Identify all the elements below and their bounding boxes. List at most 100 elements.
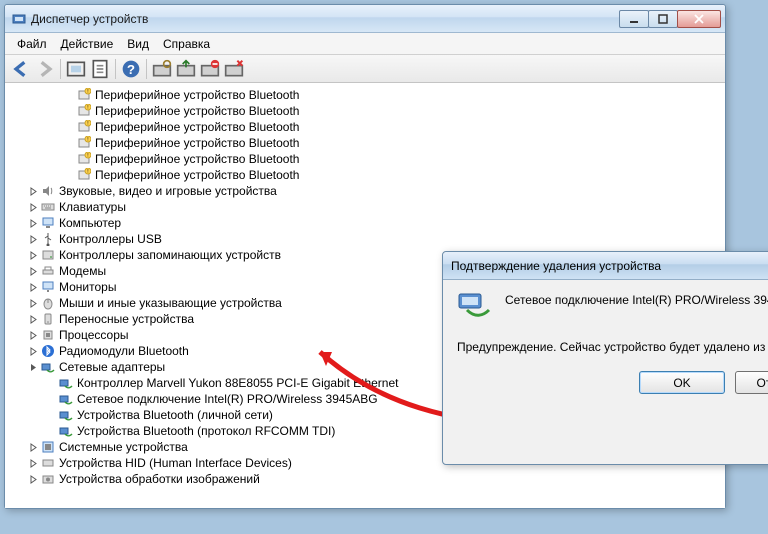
- collapse-toggle[interactable]: [27, 249, 39, 261]
- tree-label: Периферийное устройство Bluetooth: [95, 120, 299, 134]
- dialog-footer: OK Отмена: [443, 361, 768, 408]
- collapse-toggle[interactable]: [27, 217, 39, 229]
- menu-file[interactable]: Файл: [11, 35, 53, 53]
- tree-item-bt-periph[interactable]: ! Периферийное устройство Bluetooth: [9, 151, 721, 167]
- collapse-toggle[interactable]: [27, 441, 39, 453]
- svg-text:!: !: [87, 137, 88, 143]
- tree-label: Радиомодули Bluetooth: [59, 344, 189, 358]
- menu-view[interactable]: Вид: [121, 35, 155, 53]
- collapse-toggle[interactable]: [27, 457, 39, 469]
- properties-button[interactable]: [89, 58, 111, 80]
- bt-icon: [40, 343, 56, 359]
- app-icon: [11, 11, 27, 27]
- tree-category-usb[interactable]: Контроллеры USB: [9, 231, 721, 247]
- menubar: Файл Действие Вид Справка: [5, 33, 725, 55]
- network-adapter-icon: [457, 292, 493, 325]
- tree-label: Периферийное устройство Bluetooth: [95, 168, 299, 182]
- warn-icon: !: [76, 87, 92, 103]
- show-hidden-button[interactable]: [65, 58, 87, 80]
- tree-label: Контроллеры USB: [59, 232, 162, 246]
- collapse-toggle[interactable]: [27, 313, 39, 325]
- tree-label: Звуковые, видео и игровые устройства: [59, 184, 277, 198]
- toolbar: ?: [5, 55, 725, 83]
- svg-text:!: !: [87, 89, 88, 95]
- keyboard-icon: [40, 199, 56, 215]
- collapse-toggle[interactable]: [27, 345, 39, 357]
- menu-action[interactable]: Действие: [55, 35, 120, 53]
- scan-button[interactable]: [151, 58, 173, 80]
- tree-label: Контроллер Marvell Yukon 88E8055 PCI-E G…: [77, 376, 398, 390]
- toolbar-separator: [60, 59, 61, 79]
- tree-item-bt-periph[interactable]: ! Периферийное устройство Bluetooth: [9, 167, 721, 183]
- tree-item-bt-periph[interactable]: ! Периферийное устройство Bluetooth: [9, 119, 721, 135]
- tree-label: Устройства Bluetooth (личной сети): [77, 408, 273, 422]
- collapse-toggle[interactable]: [27, 473, 39, 485]
- titlebar[interactable]: Диспетчер устройств: [5, 5, 725, 33]
- tree-category-sound[interactable]: Звуковые, видео и игровые устройства: [9, 183, 721, 199]
- collapse-toggle[interactable]: [27, 201, 39, 213]
- tree-item-bt-periph[interactable]: ! Периферийное устройство Bluetooth: [9, 103, 721, 119]
- tree-item-bt-periph[interactable]: ! Периферийное устройство Bluetooth: [9, 135, 721, 151]
- tree-label: Клавиатуры: [59, 200, 126, 214]
- monitor-icon: [40, 279, 56, 295]
- collapse-toggle[interactable]: [27, 265, 39, 277]
- collapse-toggle[interactable]: [27, 329, 39, 341]
- portable-icon: [40, 311, 56, 327]
- modem-icon: [40, 263, 56, 279]
- close-button[interactable]: [677, 10, 721, 28]
- tree-category-imaging[interactable]: Устройства обработки изображений: [9, 471, 721, 487]
- minimize-button[interactable]: [619, 10, 649, 28]
- cancel-label: Отмена: [756, 376, 768, 390]
- collapse-toggle[interactable]: [27, 281, 39, 293]
- net-icon: [58, 375, 74, 391]
- warn-icon: !: [76, 135, 92, 151]
- nav-back-button[interactable]: [10, 58, 32, 80]
- warn-icon: !: [76, 167, 92, 183]
- tree-label: Модемы: [59, 264, 106, 278]
- tree-category-computer[interactable]: Компьютер: [9, 215, 721, 231]
- tree-label: Процессоры: [59, 328, 129, 342]
- computer-icon: [40, 215, 56, 231]
- dialog-titlebar[interactable]: Подтверждение удаления устройства: [443, 252, 768, 280]
- nav-forward-button[interactable]: [34, 58, 56, 80]
- net-icon: [58, 423, 74, 439]
- cancel-button[interactable]: Отмена: [735, 371, 768, 394]
- sound-icon: [40, 183, 56, 199]
- tree-label: Системные устройства: [59, 440, 188, 454]
- tree-label: Контроллеры запоминающих устройств: [59, 248, 281, 262]
- net-icon: [40, 359, 56, 375]
- svg-text:?: ?: [127, 62, 135, 77]
- imaging-icon: [40, 471, 56, 487]
- ok-button[interactable]: OK: [639, 371, 725, 394]
- dialog-body: Сетевое подключение Intel(R) PRO/Wireles…: [443, 280, 768, 361]
- collapse-toggle[interactable]: [27, 297, 39, 309]
- tree-label: Сетевое подключение Intel(R) PRO/Wireles…: [77, 392, 378, 406]
- tree-label: Переносные устройства: [59, 312, 194, 326]
- ok-label: OK: [673, 376, 690, 390]
- help-button[interactable]: ?: [120, 58, 142, 80]
- net-icon: [58, 407, 74, 423]
- net-icon: [58, 391, 74, 407]
- tree-category-keyboards[interactable]: Клавиатуры: [9, 199, 721, 215]
- warn-icon: !: [76, 151, 92, 167]
- collapse-toggle[interactable]: [27, 185, 39, 197]
- uninstall-button[interactable]: [199, 58, 221, 80]
- collapse-toggle[interactable]: [27, 233, 39, 245]
- menu-help[interactable]: Справка: [157, 35, 216, 53]
- update-driver-button[interactable]: [175, 58, 197, 80]
- confirm-uninstall-dialog: Подтверждение удаления устройства Сетево…: [442, 251, 768, 465]
- tree-label: Мыши и иные указывающие устройства: [59, 296, 282, 310]
- tree-label: Устройства HID (Human Interface Devices): [59, 456, 292, 470]
- storage-icon: [40, 247, 56, 263]
- cpu-icon: [40, 327, 56, 343]
- tree-label: Периферийное устройство Bluetooth: [95, 104, 299, 118]
- warn-icon: !: [76, 103, 92, 119]
- expand-toggle[interactable]: [27, 361, 39, 373]
- toolbar-separator: [146, 59, 147, 79]
- tree-label: Мониторы: [59, 280, 116, 294]
- tree-label: Периферийное устройство Bluetooth: [95, 152, 299, 166]
- maximize-button[interactable]: [648, 10, 678, 28]
- svg-text:!: !: [87, 105, 88, 111]
- disable-button[interactable]: [223, 58, 245, 80]
- tree-item-bt-periph[interactable]: ! Периферийное устройство Bluetooth: [9, 87, 721, 103]
